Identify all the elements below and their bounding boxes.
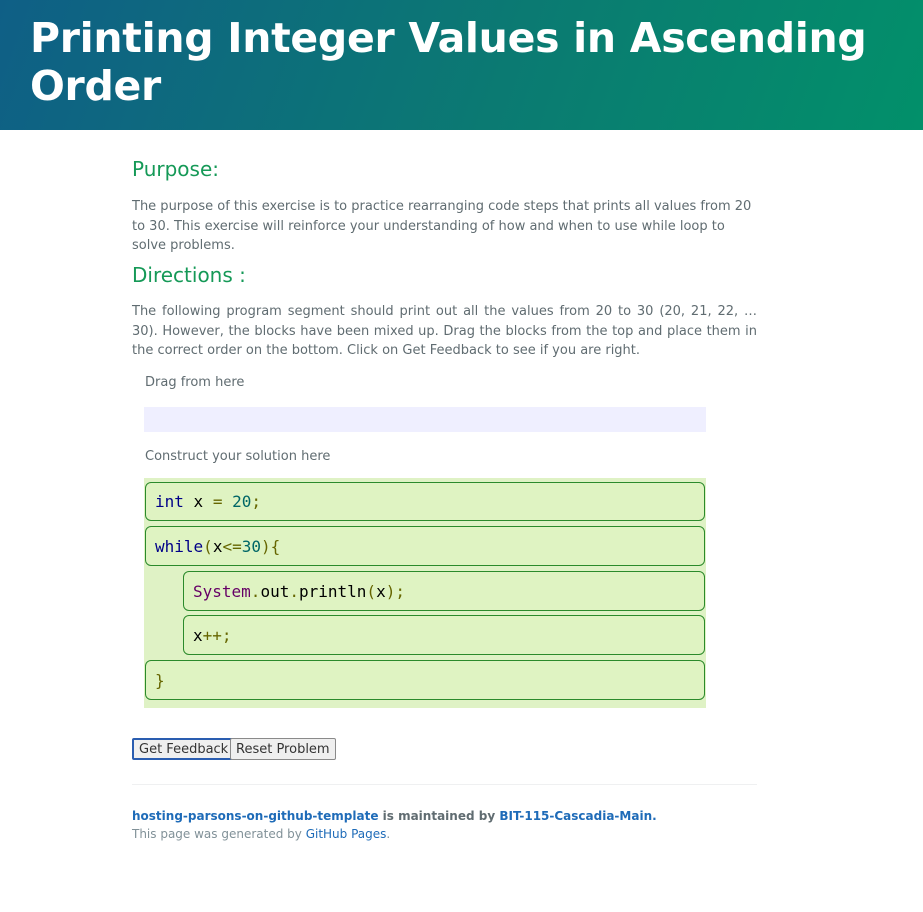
code-token: 30 [241,536,261,556]
owner-link[interactable]: BIT-115-Cascadia-Main [499,809,652,823]
directions-text: The following program segment should pri… [132,304,757,358]
purpose-heading: Purpose: [132,157,220,181]
code-token: } [155,670,165,690]
repo-link[interactable]: hosting-parsons-on-github-template [132,809,378,823]
code-token: x [193,625,203,645]
code-token: ++; [202,625,232,645]
code-token: System [193,581,251,601]
code-token: ( [203,536,213,556]
code-token: println [298,581,367,601]
github-pages-link[interactable]: GitHub Pages [306,827,387,841]
code-token: x [183,492,213,511]
code-token: ( [366,581,377,601]
code-block-declare[interactable]: int x = 20; [145,482,705,521]
code-token: = [212,492,223,511]
page-title: Printing Integer Values in Ascending Ord… [30,14,867,110]
code-block-while[interactable]: while(x <= 30){ [145,526,705,566]
directions-heading: Directions : [132,263,246,287]
code-token: <= [222,536,242,556]
code-block-increment[interactable]: x ++; [183,615,705,655]
source-drop-area[interactable] [144,407,706,432]
maintained-text: is maintained by [378,809,500,823]
code-block-close-brace[interactable]: } [145,660,705,700]
generated-text: This page was generated by [132,827,306,841]
code-block-println[interactable]: System. out. println(x); [183,571,705,611]
drag-label: Drag from here [145,375,245,390]
code-token: while [155,536,204,556]
code-token: . [250,581,261,601]
reset-problem-button[interactable]: Reset Problem [230,738,336,760]
footer-period: . [652,809,657,823]
code-token: out [260,581,290,601]
code-token: ; [251,492,261,511]
footer-generated: This page was generated by GitHub Pages. [132,827,390,841]
footer-maintainer: hosting-parsons-on-github-template is ma… [132,809,657,823]
footer-period-2: . [386,827,391,841]
code-token: ); [385,581,405,601]
footer-divider [132,784,757,785]
code-token: ){ [260,536,281,556]
get-feedback-button[interactable]: Get Feedback [132,738,236,760]
solution-label: Construct your solution here [145,449,331,464]
code-token: x [376,581,386,601]
code-token: 20 [222,492,252,511]
code-token: int [155,492,184,511]
page-header: Printing Integer Values in Ascending Ord… [0,0,923,130]
code-token: . [289,581,299,601]
solution-drop-area[interactable]: int x = 20; while(x <= 30){ System. out. pri… [144,478,706,708]
code-token: x [212,536,223,556]
purpose-text: The purpose of this exercise is to pract… [132,199,752,253]
